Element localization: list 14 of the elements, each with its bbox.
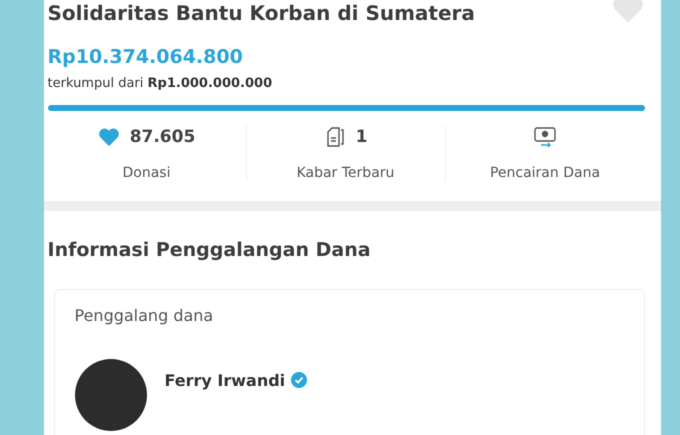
- campaign-title: Solidaritas Bantu Korban di Sumatera: [48, 0, 475, 26]
- stat-label[interactable]: Donasi: [122, 165, 170, 181]
- section-heading: Informasi Penggalangan Dana: [48, 239, 372, 261]
- stat-label[interactable]: Kabar Terbaru: [296, 165, 394, 181]
- target-text: terkumpul dari Rp1.000.000.000: [48, 76, 274, 91]
- stat-value: 87.605: [130, 127, 196, 147]
- favorite-icon[interactable]: [610, 0, 644, 24]
- heart-icon: [98, 127, 120, 147]
- screen-transfer-icon: [533, 126, 557, 148]
- organizer-name[interactable]: Ferry Irwandi: [164, 370, 286, 390]
- stat-label[interactable]: Pencairan Dana: [490, 165, 600, 181]
- stat-value: 1: [356, 127, 368, 147]
- collected-amount: Rp10.374.064.800: [48, 46, 244, 68]
- card-label: Penggalang dana: [74, 306, 214, 325]
